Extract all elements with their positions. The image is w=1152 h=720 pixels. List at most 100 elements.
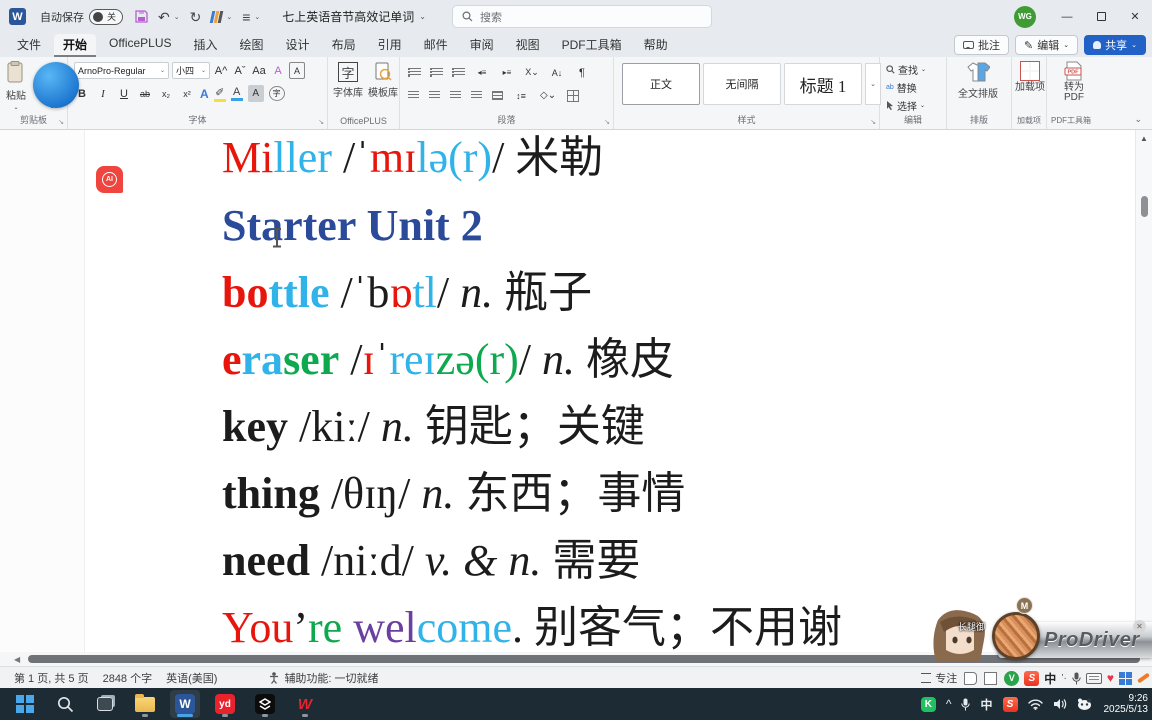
doc-line[interactable]: bottle /ˈbɒtl/ n. 瓶子 — [222, 267, 592, 319]
line-spacing-icon[interactable]: ↕≡ — [513, 87, 529, 104]
pens-dropdown-icon[interactable]: ⌄ — [226, 13, 232, 21]
tab-文件[interactable]: 文件 — [8, 34, 50, 57]
vertical-scrollbar[interactable]: ▲ — [1135, 130, 1152, 655]
ime-panda-icon[interactable] — [1077, 698, 1092, 710]
sogou-input-icon[interactable]: S — [1024, 670, 1040, 686]
undo-dropdown-icon[interactable]: ⌄ — [174, 13, 180, 21]
taskbar-capcut-button[interactable] — [250, 690, 280, 718]
font-size-combo[interactable]: 小四 ⌄ — [172, 62, 210, 79]
touch-mode-dropdown-icon[interactable]: ⌄ — [254, 13, 260, 21]
speaker-icon[interactable] — [1053, 698, 1067, 710]
v-assist-icon[interactable]: V — [1004, 670, 1020, 686]
grow-font-button[interactable]: A^ — [213, 62, 229, 79]
ai-assistant-button[interactable]: AI — [96, 166, 123, 193]
character-border-button[interactable]: A — [289, 62, 305, 79]
autosave-control[interactable]: 自动保存 关 — [40, 8, 123, 25]
tab-帮助[interactable]: 帮助 — [635, 34, 677, 57]
read-mode-icon[interactable] — [964, 671, 978, 685]
tab-绘图[interactable]: 绘图 — [231, 34, 273, 57]
taskbar-wps-button[interactable]: W — [290, 690, 320, 718]
start-button[interactable] — [10, 690, 40, 718]
style-normal[interactable]: 正文 — [622, 63, 700, 105]
undo-icon[interactable]: ↶ — [158, 10, 170, 24]
tab-OfficePLUS[interactable]: OfficePLUS — [100, 34, 180, 57]
scroll-left-arrow-icon[interactable]: ◀ — [14, 655, 20, 664]
ime-brush-icon[interactable] — [1137, 672, 1150, 684]
document-title[interactable]: 七上英语音节高效记单词 ⌄ — [282, 8, 426, 25]
styles-gallery-more-icon[interactable]: ⌄ — [865, 63, 881, 105]
minimize-button[interactable]: — — [1050, 0, 1084, 33]
font-library-button[interactable]: 字 字体库 — [333, 62, 363, 99]
doc-line[interactable]: key /kiː/ n. 钥匙；关键 — [222, 401, 645, 453]
select-button[interactable]: 选择 ⌄ — [886, 98, 926, 113]
superscript-button[interactable]: x² — [179, 85, 195, 102]
wifi-icon[interactable] — [1027, 699, 1043, 710]
enclose-characters-button[interactable]: 字 — [268, 86, 285, 101]
shading-icon[interactable]: ◇⌄ — [539, 87, 557, 104]
tray-sogou-icon[interactable]: S — [1002, 696, 1018, 712]
tab-审阅[interactable]: 审阅 — [461, 34, 503, 57]
doc-line[interactable]: You’re welcome. 别客气；不用谢 — [222, 602, 842, 654]
tray-ime-mode-icon[interactable]: 中 — [980, 696, 992, 713]
convert-pdf-button[interactable]: PDF 转为 PDF — [1053, 61, 1095, 103]
ime-punctuation-icon[interactable]: ’· — [1061, 673, 1067, 684]
document-canvas[interactable]: AI Miller /ˈmɪlə(r)/ 米勒 Starter Unit 2 bot… — [0, 130, 1152, 655]
doc-line[interactable]: need /niːd/ v. & n. 需要 — [222, 535, 640, 587]
font-dialog-launcher-icon[interactable]: ↘ — [318, 118, 324, 126]
asian-layout-icon[interactable]: X⌄ — [524, 64, 540, 81]
ime-toolbox-icon[interactable] — [1119, 671, 1132, 685]
tab-开始[interactable]: 开始 — [54, 33, 97, 57]
kingsoft-tray-icon[interactable]: K — [920, 696, 936, 712]
comments-button[interactable]: 批注 — [954, 35, 1010, 55]
tray-mic-icon[interactable] — [961, 698, 971, 711]
doc-line[interactable]: Starter Unit 2 — [222, 200, 483, 252]
autosave-toggle[interactable]: 关 — [89, 8, 123, 25]
multilevel-list-icon[interactable] — [452, 68, 465, 77]
overlay-close-icon[interactable]: ✕ — [1133, 620, 1146, 633]
pens-icon[interactable] — [210, 10, 224, 23]
doc-line[interactable]: eraser /ɪˈreɪzə(r)/ n. 橡皮 — [222, 334, 674, 386]
align-center-icon[interactable] — [429, 91, 440, 100]
styles-dialog-launcher-icon[interactable]: ↘ — [870, 118, 876, 126]
doc-line[interactable]: Miller /ˈmɪlə(r)/ 米勒 — [222, 132, 603, 184]
user-avatar[interactable]: WG — [1014, 5, 1036, 28]
redo-icon[interactable]: ↻ — [190, 10, 202, 24]
align-left-icon[interactable] — [408, 91, 419, 100]
template-library-button[interactable]: 模板库 — [368, 62, 398, 99]
doc-line[interactable]: thing /θɪŋ/ n. 东西；事情 — [222, 468, 685, 520]
share-button[interactable]: 共享 ⌄ — [1084, 35, 1146, 55]
distribute-icon[interactable] — [492, 91, 503, 100]
page-indicator[interactable]: 第 1 页, 共 5 页 — [14, 670, 89, 686]
highlight-button[interactable]: ✐ — [213, 86, 226, 102]
ime-mode-icon[interactable]: 中 — [1044, 670, 1056, 687]
focus-mode-button[interactable]: 专注 — [921, 670, 957, 686]
accessibility-status[interactable]: 辅助功能: 一切就绪 — [269, 670, 379, 686]
numbered-list-icon[interactable] — [430, 68, 443, 77]
task-view-button[interactable] — [90, 690, 120, 718]
ime-keyboard-icon[interactable] — [1085, 672, 1102, 684]
save-icon[interactable] — [135, 10, 148, 23]
search-input[interactable]: 搜索 — [452, 5, 712, 28]
word-count[interactable]: 2848 个字 — [103, 670, 153, 686]
ime-mic-icon[interactable] — [1072, 672, 1081, 685]
addins-button[interactable]: 加载项 — [1015, 61, 1045, 93]
full-typeset-button[interactable]: 全文排版 — [958, 61, 998, 100]
close-button[interactable]: ✕ — [1118, 0, 1152, 33]
taskbar-clock[interactable]: 9:26 2025/5/13 — [1104, 693, 1149, 715]
collapse-ribbon-icon[interactable]: ⌄ — [1134, 114, 1142, 125]
maximize-button[interactable] — [1084, 0, 1118, 33]
strikethrough-button[interactable]: ab — [137, 85, 153, 102]
tab-布局[interactable]: 布局 — [323, 34, 365, 57]
style-no-spacing[interactable]: 无间隔 — [703, 63, 781, 105]
text-effects-button[interactable]: A — [200, 87, 209, 101]
tab-邮件[interactable]: 邮件 — [415, 34, 457, 57]
clipboard-dialog-launcher-icon[interactable]: ↘ — [58, 118, 64, 126]
justify-icon[interactable] — [471, 91, 482, 100]
word-app-icon[interactable]: W — [9, 8, 26, 25]
bullet-list-icon[interactable] — [408, 68, 421, 77]
clear-formatting-button[interactable]: A — [270, 62, 286, 79]
font-name-combo[interactable]: ArnoPro-Regular ⌄ — [74, 62, 169, 79]
underline-button[interactable]: U — [116, 85, 132, 102]
editing-mode-button[interactable]: ✎ 编辑 ⌄ — [1015, 35, 1079, 55]
align-right-icon[interactable] — [450, 91, 461, 100]
